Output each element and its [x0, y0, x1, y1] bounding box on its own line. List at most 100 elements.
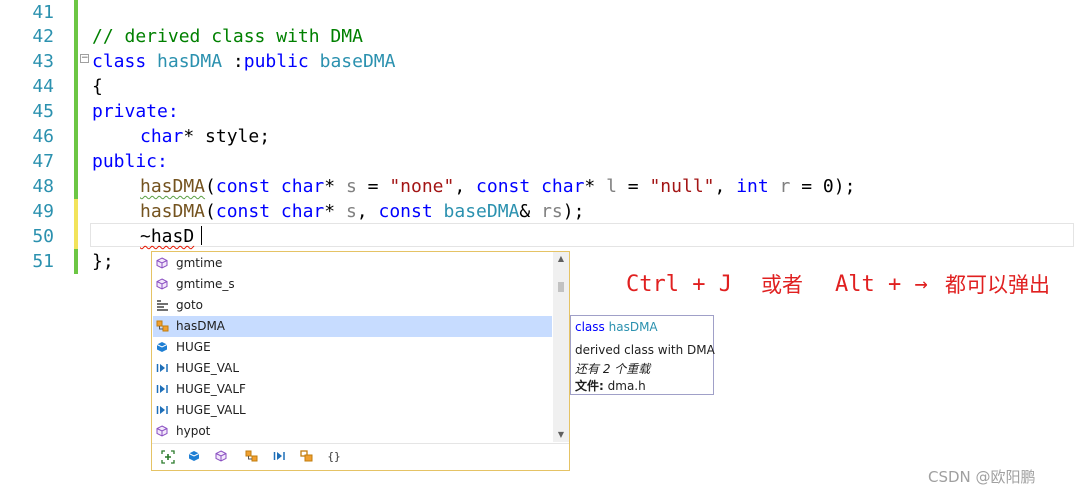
macro-icon	[155, 362, 169, 375]
punct: =	[616, 176, 650, 197]
scroll-up-icon[interactable]: ▲	[553, 252, 569, 266]
code-line-47[interactable]: public:	[92, 149, 168, 174]
completion-item[interactable]: gmtime_s	[153, 274, 552, 295]
function-icon	[155, 278, 169, 291]
function-name: hasDMA	[140, 176, 206, 197]
punct: *	[324, 176, 346, 197]
saved-change-marker	[74, 249, 78, 274]
code-line-49[interactable]: hasDMA(const char* s, const baseDMA& rs)…	[140, 199, 584, 224]
current-line-highlight	[90, 223, 1074, 247]
shortcut-annotation-ctrl: Ctrl + J	[626, 272, 732, 297]
code-line-44[interactable]: {	[92, 74, 103, 99]
keyword: public	[243, 51, 309, 72]
completion-list-popup[interactable]: gmtime gmtime_s goto hasDMA HUGE HUGE_VA…	[151, 251, 570, 471]
param-name: s	[345, 201, 357, 222]
punct: ,	[356, 201, 379, 222]
punct: *	[324, 201, 346, 222]
keyword: char	[280, 176, 325, 197]
separator: :	[222, 51, 244, 72]
line-number: 48	[32, 176, 54, 197]
tooltip-overloads: 还有 2 个重载	[575, 362, 651, 376]
punct: ,	[454, 176, 477, 197]
braces-icon[interactable]: {}	[326, 450, 342, 464]
function-icon	[155, 425, 169, 438]
line-number-gutter: 41 42 43 44 45 46 47 48 49 50 51	[0, 0, 70, 495]
scrollbar-thumb[interactable]	[558, 282, 564, 292]
line-number: 45	[32, 101, 54, 122]
watermark: CSDN @欧阳鹏	[928, 468, 1036, 486]
line-number: 42	[32, 26, 54, 47]
tooltip-file-label: 文件:	[575, 379, 604, 393]
base-class-name: baseDMA	[319, 51, 396, 72]
completion-item-label: HUGE_VALF	[176, 382, 246, 396]
function-icon	[155, 257, 169, 270]
tooltip-description: derived class with DMA	[575, 343, 715, 357]
keyword: class	[92, 51, 147, 72]
saved-change-marker	[74, 0, 78, 199]
code-line-50[interactable]: ~hasD	[140, 224, 194, 249]
completion-item[interactable]: HUGE_VALF	[153, 379, 552, 400]
line-number: 49	[32, 201, 54, 222]
keyword: const	[215, 176, 271, 197]
punct: ,	[714, 176, 737, 197]
line-number: 51	[32, 251, 54, 272]
keyword: char	[541, 176, 585, 197]
macro-icon[interactable]	[271, 450, 287, 464]
punct: );	[562, 201, 585, 222]
function-name: hasDMA	[140, 201, 206, 222]
namespace-icon[interactable]	[298, 450, 314, 464]
keyword: const	[476, 176, 531, 197]
completion-item[interactable]: hypot	[153, 421, 552, 442]
completion-item[interactable]: HUGE	[153, 337, 552, 358]
completion-item-label: HUGE	[176, 340, 211, 354]
code-line-42[interactable]: // derived class with DMA	[92, 24, 363, 49]
tooltip-signature: class hasDMA	[575, 320, 658, 334]
type-keyword: char	[140, 126, 184, 147]
completion-item-label: goto	[176, 298, 204, 312]
code-line-51[interactable]: };	[92, 249, 114, 274]
string-literal: "none"	[389, 176, 455, 197]
line-number: 46	[32, 126, 54, 147]
code-line-46[interactable]: char* style;	[140, 124, 270, 149]
shortcut-annotation-alt: Alt + →	[835, 272, 928, 297]
code-line-45[interactable]: private:	[92, 99, 179, 124]
text-caret	[201, 226, 202, 245]
tooltip-file-name: dma.h	[607, 379, 646, 393]
tooltip-class-name: hasDMA	[608, 320, 658, 334]
code-line-43[interactable]: class hasDMA :public baseDMA	[92, 49, 395, 74]
completion-item-selected[interactable]: hasDMA	[153, 316, 552, 337]
function-icon[interactable]	[213, 450, 229, 464]
punct: (	[205, 176, 216, 197]
param-name: l	[606, 176, 617, 197]
punct: &	[519, 201, 542, 222]
punct: =	[356, 176, 390, 197]
completion-item-label: hasDMA	[176, 319, 226, 333]
completion-item[interactable]: HUGE_VAL	[153, 358, 552, 379]
line-number: 47	[32, 151, 54, 172]
tooltip-keyword: class	[575, 320, 605, 334]
completion-item[interactable]: goto	[153, 295, 552, 316]
keyword: const	[378, 201, 433, 222]
completion-item[interactable]: gmtime	[153, 253, 552, 274]
class-icon[interactable]	[243, 450, 259, 464]
variable-icon[interactable]	[186, 450, 202, 464]
variable-icon	[155, 341, 169, 354]
code-line-48[interactable]: hasDMA(const char* s = "none", const cha…	[140, 174, 855, 199]
completion-scrollbar[interactable]: ▲ ▼	[553, 252, 569, 442]
scroll-down-icon[interactable]: ▼	[553, 428, 569, 442]
completion-item[interactable]: HUGE_VALL	[153, 400, 552, 421]
line-number: 44	[32, 76, 54, 97]
collapse-toggle-icon[interactable]: −	[80, 54, 89, 63]
keyword: int	[736, 176, 769, 197]
param-name: r	[779, 176, 791, 197]
completion-filter-bar: {}	[152, 443, 569, 471]
macro-icon	[155, 404, 169, 417]
class-icon	[155, 320, 169, 333]
line-number: 50	[32, 226, 54, 247]
filter-all-icon[interactable]	[160, 450, 176, 464]
completion-list[interactable]: gmtime gmtime_s goto hasDMA HUGE HUGE_VA…	[152, 252, 552, 442]
punct: (	[205, 201, 216, 222]
completion-item-label: gmtime_s	[176, 277, 235, 291]
keyword-icon	[155, 299, 169, 312]
code-text: * style;	[183, 126, 271, 147]
